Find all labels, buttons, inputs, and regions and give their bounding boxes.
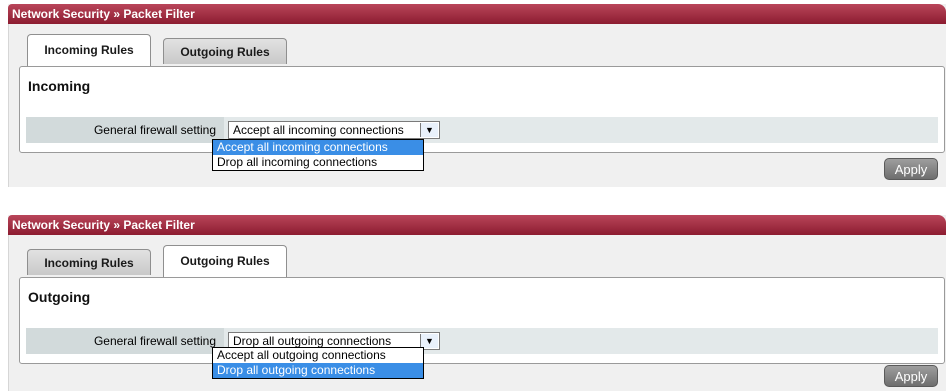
packet-filter-panel-incoming: Network Security » Packet Filter Incomin… — [8, 4, 946, 187]
rules-content: Outgoing General firewall setting Drop a… — [19, 277, 945, 364]
firewall-policy-dropdown: Accept all incoming connections Drop all… — [212, 139, 424, 171]
tab-outgoing-rules[interactable]: Outgoing Rules — [163, 245, 287, 277]
select-value: Accept all incoming connections — [233, 123, 404, 137]
setting-label: General firewall setting — [26, 328, 224, 354]
option-accept-all-outgoing[interactable]: Accept all outgoing connections — [213, 348, 423, 363]
tab-incoming-rules[interactable]: Incoming Rules — [27, 34, 151, 66]
tab-incoming-rules[interactable]: Incoming Rules — [27, 249, 151, 275]
setting-label: General firewall setting — [26, 117, 224, 143]
panel-header-title: Network Security » Packet Filter — [8, 215, 946, 235]
apply-button[interactable]: Apply — [884, 158, 938, 180]
panel-body: Incoming Rules Outgoing Rules Outgoing G… — [8, 235, 946, 391]
option-accept-all-incoming[interactable]: Accept all incoming connections — [213, 140, 423, 155]
select-value: Drop all outgoing connections — [233, 334, 392, 348]
panel-body: Incoming Rules Outgoing Rules Incoming G… — [8, 24, 946, 187]
panel-header-title: Network Security » Packet Filter — [8, 4, 946, 24]
option-drop-all-incoming[interactable]: Drop all incoming connections — [213, 155, 423, 170]
triangle-down-icon[interactable]: ▼ — [420, 334, 438, 348]
tab-outgoing-rules[interactable]: Outgoing Rules — [163, 38, 287, 64]
firewall-setting-row: General firewall setting Accept all inco… — [26, 117, 938, 143]
firewall-setting-row: General firewall setting Drop all outgoi… — [26, 328, 938, 354]
triangle-down-icon[interactable]: ▼ — [420, 123, 438, 137]
packet-filter-panel-outgoing: Network Security » Packet Filter Incomin… — [8, 215, 946, 391]
section-title: Outgoing — [28, 289, 91, 305]
apply-button[interactable]: Apply — [884, 365, 938, 387]
firewall-policy-select[interactable]: Accept all incoming connections ▼ — [228, 121, 440, 139]
rules-content: Incoming General firewall setting Accept… — [19, 66, 945, 153]
option-drop-all-outgoing[interactable]: Drop all outgoing connections — [213, 363, 423, 378]
section-title: Incoming — [28, 78, 91, 94]
firewall-policy-dropdown: Accept all outgoing connections Drop all… — [212, 347, 424, 379]
